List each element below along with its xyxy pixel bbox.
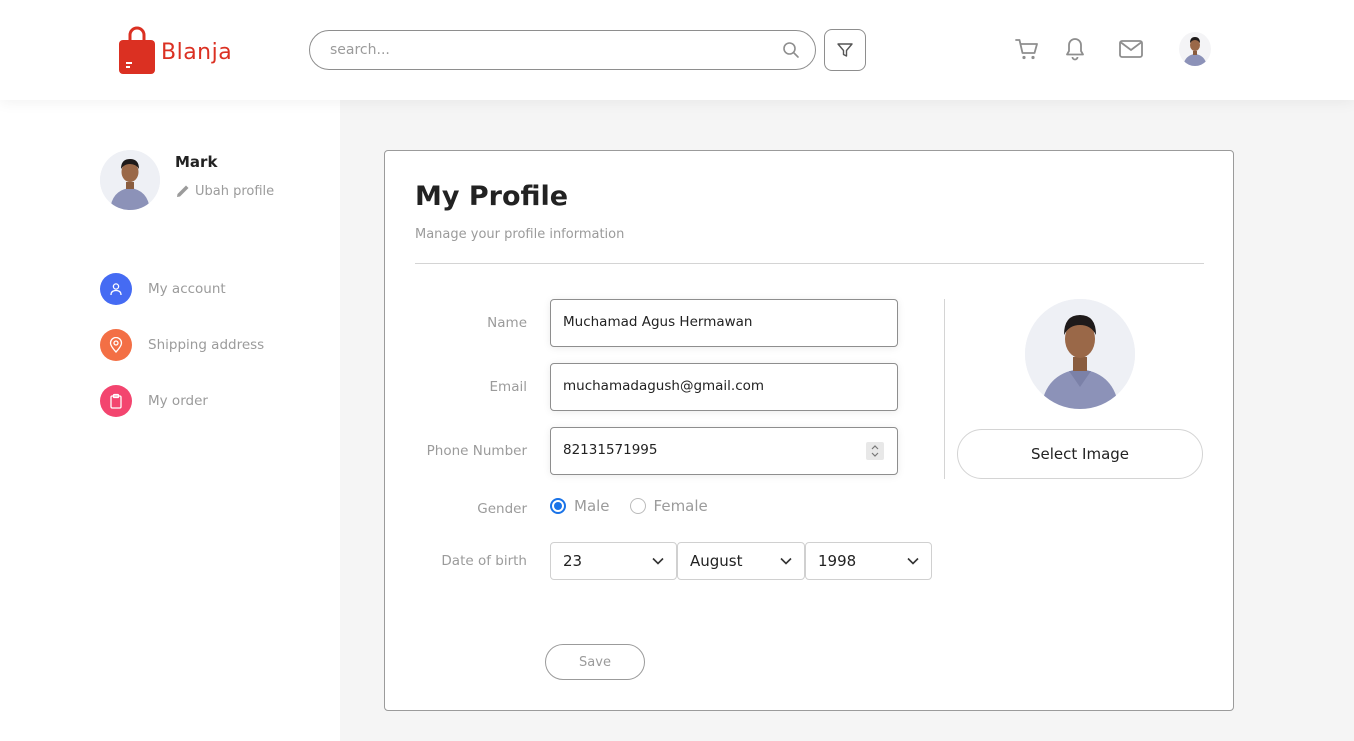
chevron-down-icon bbox=[907, 557, 919, 565]
sidebar-item-my-account[interactable]: My account bbox=[100, 273, 226, 305]
name-field[interactable] bbox=[563, 314, 863, 330]
search-input[interactable] bbox=[330, 40, 760, 60]
dob-day-select[interactable]: 23 bbox=[550, 542, 677, 580]
radio-unselected-icon bbox=[629, 498, 646, 514]
pencil-icon bbox=[177, 185, 189, 197]
phone-field[interactable] bbox=[563, 442, 863, 458]
user-icon bbox=[110, 283, 122, 296]
top-header: Blanja bbox=[0, 0, 1354, 100]
person-photo-icon bbox=[100, 150, 160, 210]
sidebar-item-my-order[interactable]: My order bbox=[100, 385, 208, 417]
cart-button[interactable] bbox=[1014, 36, 1040, 62]
header-avatar[interactable] bbox=[1179, 32, 1211, 66]
gender-female-label: Female bbox=[653, 497, 708, 515]
edit-profile-label: Ubah profile bbox=[195, 183, 275, 199]
sidebar-item-shipping-address[interactable]: Shipping address bbox=[100, 329, 264, 361]
bell-icon bbox=[1066, 38, 1084, 61]
name-field-wrapper bbox=[550, 299, 898, 347]
filter-icon bbox=[837, 43, 853, 57]
cart-icon bbox=[1015, 39, 1038, 60]
dob-year-value: 1998 bbox=[818, 552, 857, 570]
messages-button[interactable] bbox=[1118, 36, 1144, 62]
edit-profile-link[interactable]: Ubah profile bbox=[175, 183, 274, 199]
person-photo-icon bbox=[1179, 32, 1211, 66]
gender-male-radio[interactable]: Male bbox=[550, 497, 610, 515]
page-subtitle: Manage your profile information bbox=[415, 227, 625, 242]
radio-selected-icon bbox=[550, 498, 566, 514]
page-title: My Profile bbox=[415, 181, 569, 212]
email-field-wrapper bbox=[550, 363, 898, 411]
search-bar[interactable] bbox=[309, 30, 816, 70]
brand-logo[interactable]: Blanja bbox=[118, 24, 232, 76]
search-icon[interactable] bbox=[782, 41, 800, 59]
dob-month-select[interactable]: August bbox=[677, 542, 805, 580]
dob-day-value: 23 bbox=[563, 552, 583, 570]
gender-male-label: Male bbox=[574, 497, 610, 515]
section-divider bbox=[415, 263, 1204, 264]
nav-circle bbox=[100, 329, 132, 361]
map-pin-icon bbox=[109, 337, 123, 353]
spinner-arrows-icon bbox=[871, 445, 879, 457]
email-label: Email bbox=[489, 379, 527, 395]
profile-card: My Profile Manage your profile informati… bbox=[384, 150, 1234, 711]
name-label: Name bbox=[487, 315, 527, 331]
chevron-down-icon bbox=[652, 557, 664, 565]
shopping-bag-logo-icon bbox=[119, 26, 155, 74]
nav-circle bbox=[100, 385, 132, 417]
sidebar-item-label: My account bbox=[148, 281, 226, 297]
nav-circle bbox=[100, 273, 132, 305]
person-photo-icon bbox=[1025, 299, 1135, 409]
gender-female-radio[interactable]: Female bbox=[629, 497, 708, 515]
gender-label: Gender bbox=[477, 501, 527, 517]
mail-icon bbox=[1119, 40, 1143, 58]
profile-photo bbox=[1025, 299, 1135, 409]
profile-sidebar: Mark Ubah profile My account Shipping ad… bbox=[0, 100, 340, 741]
sidebar-user-name: Mark bbox=[175, 153, 218, 171]
notifications-button[interactable] bbox=[1062, 36, 1088, 62]
sidebar-item-label: My order bbox=[148, 393, 208, 409]
dob-year-select[interactable]: 1998 bbox=[805, 542, 932, 580]
dob-label: Date of birth bbox=[441, 553, 527, 569]
dob-month-value: August bbox=[690, 552, 743, 570]
chevron-down-icon bbox=[780, 557, 792, 565]
select-image-button[interactable]: Select Image bbox=[957, 429, 1203, 479]
gender-radio-group: Male Female bbox=[550, 497, 728, 515]
vertical-divider bbox=[944, 299, 945, 479]
sidebar-avatar bbox=[100, 150, 160, 210]
main-content: My Profile Manage your profile informati… bbox=[340, 100, 1354, 741]
brand-name: Blanja bbox=[161, 39, 233, 65]
phone-field-wrapper bbox=[550, 427, 898, 475]
clipboard-icon bbox=[110, 393, 122, 409]
sidebar-item-label: Shipping address bbox=[148, 337, 265, 353]
email-field[interactable] bbox=[563, 378, 863, 394]
phone-label: Phone Number bbox=[426, 443, 527, 459]
save-button[interactable]: Save bbox=[545, 644, 645, 680]
number-spinner[interactable] bbox=[866, 442, 884, 460]
filter-button[interactable] bbox=[824, 29, 866, 71]
